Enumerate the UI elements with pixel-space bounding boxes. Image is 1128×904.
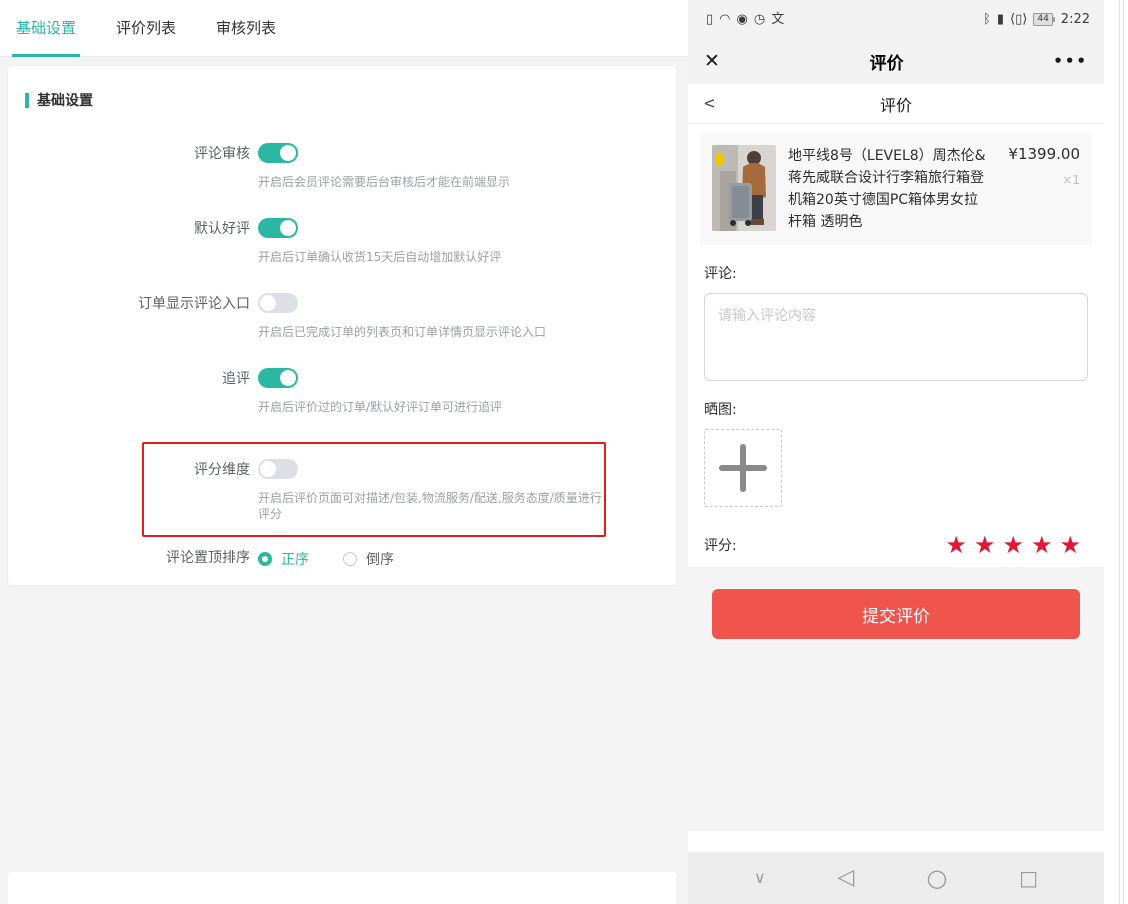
setting-label: 订单显示评论入口: [8, 292, 250, 315]
page-subheader: < 评价: [688, 84, 1104, 124]
toggle-knob: [260, 295, 276, 311]
more-menu-icon[interactable]: •••: [1053, 52, 1088, 70]
setting-label: 追评: [8, 367, 250, 390]
setting-description: 开启后评价过的订单/默认好评订单可进行追评: [258, 399, 676, 415]
setting-row: 评论审核开启后会员评论需要后台审核后才能在前端显示: [8, 142, 676, 190]
radio-label: 正序: [281, 549, 309, 569]
rating-row: 评分: ★★★★★: [704, 533, 1088, 557]
sort-setting-row: 评论置顶排序 正序 倒序: [8, 549, 676, 569]
page-subheader-title: 评价: [688, 92, 1104, 116]
bottom-white-strip: [8, 872, 676, 904]
tab-bar: 基础设置评价列表审核列表: [0, 0, 688, 57]
settings-card: 基础设置 评论审核开启后会员评论需要后台审核后才能在前端显示默认好评开启后订单确…: [8, 66, 676, 585]
section-title: 基础设置: [25, 90, 676, 110]
setting-description: 开启后评价页面可对描述/包装,物流服务/配送,服务态度/质量进行评分: [258, 490, 604, 522]
setting-row: 默认好评开启后订单确认收货15天后自动增加默认好评: [8, 217, 676, 265]
setting-label: 评论审核: [8, 142, 250, 165]
setting-row: 订单显示评论入口开启后已完成订单的列表页和订单详情页显示评论入口: [8, 292, 676, 340]
tab-2[interactable]: 审核列表: [212, 0, 280, 57]
highlighted-setting-box: 评分维度开启后评价页面可对描述/包装,物流服务/配送,服务态度/质量进行评分: [142, 442, 606, 537]
recents-square-icon[interactable]: □: [1019, 868, 1038, 888]
toggle-switch[interactable]: [258, 218, 298, 238]
phone-preview: ▯ ◠ ◉ ◷ 文 ᛒ ▮ ⟨▯⟩ 44 2:22 ✕ 评价 ••• < 评价: [688, 0, 1104, 904]
setting-description: 开启后已完成订单的列表页和订单详情页显示评论入口: [258, 324, 676, 340]
wifi-icon: ◠: [719, 13, 730, 26]
setting-description: 开启后会员评论需要后台审核后才能在前端显示: [258, 174, 676, 190]
radio-label: 倒序: [366, 549, 394, 569]
sort-radio-group: 正序 倒序: [258, 549, 676, 569]
scrollbar-track[interactable]: [1119, 0, 1124, 904]
setting-row: 评分维度开启后评价页面可对描述/包装,物流服务/配送,服务态度/质量进行评分: [144, 458, 604, 522]
translate-icon: 文: [771, 13, 784, 26]
toggle-knob: [260, 461, 276, 477]
setting-row: 追评开启后评价过的订单/默认好评订单可进行追评: [8, 367, 676, 415]
screenshot-root: 基础设置评价列表审核列表 基础设置 评论审核开启后会员评论需要后台审核后才能在前…: [0, 0, 1128, 904]
back-triangle-icon[interactable]: ◁: [838, 867, 855, 889]
phone-header: ✕ 评价 •••: [688, 38, 1104, 84]
photos-label: 晒图:: [704, 399, 1088, 419]
chevron-down-icon[interactable]: ∨: [754, 870, 766, 886]
status-bar-right: ᛒ ▮ ⟨▯⟩ 44 2:22: [983, 12, 1090, 27]
setting-label: 默认好评: [8, 217, 250, 240]
battery-icon: ▮: [997, 13, 1004, 26]
sort-setting-label: 评论置顶排序: [8, 549, 250, 569]
radio-icon: [343, 552, 357, 566]
bluetooth-icon: ᛒ: [983, 13, 991, 26]
home-circle-icon[interactable]: ○: [926, 866, 947, 890]
product-card: 地平线8号（LEVEL8）周杰伦&蒋先威联合设计行李箱旅行箱登机箱20英寸德国P…: [700, 133, 1092, 245]
radio-option-0[interactable]: 正序: [258, 549, 309, 569]
toggle-switch[interactable]: [258, 368, 298, 388]
radio-icon: [258, 552, 272, 566]
star-rating[interactable]: ★★★★★: [945, 533, 1088, 557]
eye-icon: ◉: [737, 13, 748, 26]
vibrate-icon: ⟨▯⟩: [1010, 13, 1027, 26]
product-title: 地平线8号（LEVEL8）周杰伦&蒋先威联合设计行李箱旅行箱登机箱20英寸德国P…: [788, 145, 990, 233]
tab-1[interactable]: 评价列表: [112, 0, 180, 57]
toggle-switch[interactable]: [258, 143, 298, 163]
setting-label: 评分维度: [144, 458, 250, 481]
tab-0[interactable]: 基础设置: [12, 0, 80, 57]
settings-form: 评论审核开启后会员评论需要后台审核后才能在前端显示默认好评开启后订单确认收货15…: [8, 142, 676, 569]
setting-description: 开启后订单确认收货15天后自动增加默认好评: [258, 249, 676, 265]
submit-review-button[interactable]: 提交评价: [712, 589, 1080, 639]
section-title-accent-bar: [25, 93, 29, 108]
rating-label: 评分:: [704, 535, 737, 555]
product-price-block: ¥1399.00 ×1: [1002, 145, 1080, 233]
toggle-knob: [280, 220, 296, 236]
comment-label: 评论:: [704, 263, 1088, 283]
product-image: [712, 145, 776, 231]
admin-panel: 基础设置评价列表审核列表 基础设置 评论审核开启后会员评论需要后台审核后才能在前…: [0, 0, 688, 904]
radio-option-1[interactable]: 倒序: [343, 549, 394, 569]
alarm-icon: ◷: [754, 13, 765, 26]
toggle-knob: [280, 145, 296, 161]
product-price: ¥1399.00: [1002, 145, 1080, 163]
phone-header-title: 评价: [870, 49, 904, 74]
toggle-knob: [280, 370, 296, 386]
status-time: 2:22: [1061, 12, 1090, 27]
battery-percent-badge: 44: [1033, 13, 1052, 26]
sim-card-icon: ▯: [706, 13, 713, 26]
close-icon[interactable]: ✕: [704, 50, 720, 72]
toggle-switch[interactable]: [258, 293, 298, 313]
status-bar: ▯ ◠ ◉ ◷ 文 ᛒ ▮ ⟨▯⟩ 44 2:22: [688, 0, 1104, 38]
product-quantity: ×1: [1002, 173, 1080, 187]
comment-input[interactable]: [704, 293, 1088, 381]
toggle-switch[interactable]: [258, 459, 298, 479]
android-nav-bar: ∨ ◁ ○ □: [688, 852, 1104, 904]
status-bar-left-icons: ▯ ◠ ◉ ◷ 文: [706, 13, 784, 26]
submit-section: 提交评价: [688, 567, 1104, 831]
section-title-text: 基础设置: [37, 90, 93, 110]
add-photo-button[interactable]: [704, 429, 782, 507]
